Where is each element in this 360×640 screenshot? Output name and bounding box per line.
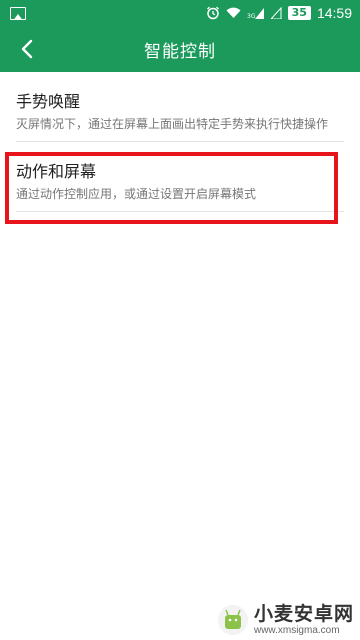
divider <box>16 211 344 212</box>
settings-list: 手势唤醒 灭屏情况下，通过在屏幕上面画出特定手势来执行快捷操作 动作和屏幕 通过… <box>0 72 360 212</box>
page-title: 智能控制 <box>144 41 216 62</box>
signal-icon: 3G <box>247 7 265 19</box>
list-item-description: 通过动作控制应用，或通过设置开启屏幕模式 <box>16 187 257 201</box>
battery-indicator: 35 <box>287 6 311 20</box>
alarm-icon <box>206 6 220 20</box>
watermark-name: 小麦安卓网 <box>253 603 354 626</box>
back-button[interactable] <box>12 34 42 64</box>
list-item-title: 动作和屏幕 <box>16 162 97 181</box>
clock: 14:59 <box>316 5 352 21</box>
toolbar: 智能控制 <box>0 26 360 72</box>
watermark-logo-icon <box>217 605 248 636</box>
network-label: 3G <box>247 13 256 19</box>
status-bar: 3G 35 14:59 <box>0 0 360 26</box>
list-item-title: 手势唤醒 <box>16 92 81 111</box>
list-item-description: 灭屏情况下，通过在屏幕上面画出特定手势来执行快捷操作 <box>16 117 329 131</box>
chevron-left-icon <box>21 39 33 59</box>
wifi-icon <box>226 7 241 19</box>
signal-icon-2 <box>270 7 282 19</box>
gallery-icon <box>10 6 26 20</box>
list-item-motion-screen[interactable]: 动作和屏幕 通过动作控制应用，或通过设置开启屏幕模式 <box>0 142 360 212</box>
watermark: 小麦安卓网 www.xmsigma.com <box>217 603 354 636</box>
watermark-url: www.xmsigma.com <box>253 625 340 636</box>
list-item-gesture-wake[interactable]: 手势唤醒 灭屏情况下，通过在屏幕上面画出特定手势来执行快捷操作 <box>0 72 360 142</box>
